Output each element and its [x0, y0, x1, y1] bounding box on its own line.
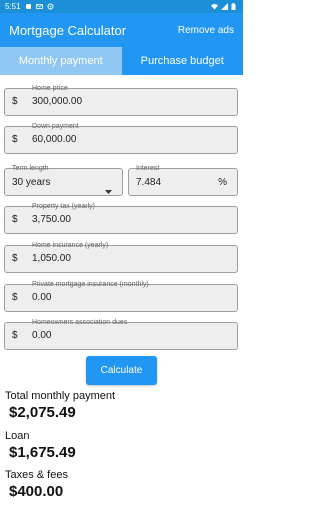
term-length-value: 30 years [12, 177, 51, 188]
home-price-field[interactable]: Home price $ 300,000.00 [4, 85, 238, 116]
hoa-label: Homeowners association dues [32, 319, 128, 326]
hoa-field[interactable]: Homeowners association dues $ 0.00 [4, 319, 238, 350]
interest-input[interactable]: 7.484 [136, 177, 161, 188]
down-payment-label: Down payment [32, 123, 79, 130]
hoa-prefix: $ [12, 330, 18, 341]
down-payment-field[interactable]: Down payment $ 60,000.00 [4, 123, 238, 154]
property-tax-label: Property tax (yearly) [32, 203, 96, 210]
total-monthly-payment-value: $2,075.49 [9, 404, 76, 421]
home-price-prefix: $ [12, 96, 18, 107]
status-time: 5:51 [5, 2, 21, 11]
interest-label: Interest [136, 165, 160, 172]
battery-icon [231, 3, 238, 10]
pmi-prefix: $ [12, 292, 18, 303]
term-length-select[interactable]: Term length 30 years [4, 165, 123, 199]
home-insurance-prefix: $ [12, 253, 18, 264]
pmi-label: Private mortgage insurance (monthly) [32, 281, 149, 288]
home-insurance-input[interactable]: 1,050.00 [32, 253, 71, 264]
down-payment-prefix: $ [12, 134, 18, 145]
loan-label: Loan [5, 430, 30, 442]
tab-bar: Monthly payment Purchase budget [0, 47, 243, 75]
app-bar: Mortgage Calculator Remove ads [0, 13, 243, 47]
home-insurance-field[interactable]: Home insurance (yearly) $ 1,050.00 [4, 242, 238, 273]
calculate-button[interactable]: Calculate [86, 356, 157, 385]
home-price-input[interactable]: 300,000.00 [32, 96, 82, 107]
home-insurance-label: Home insurance (yearly) [32, 242, 109, 249]
gear-icon [47, 3, 54, 10]
home-price-label: Home price [32, 85, 68, 92]
term-length-label: Term length [12, 165, 49, 172]
total-monthly-payment-label: Total monthly payment [5, 390, 116, 402]
tab-monthly-payment[interactable]: Monthly payment [0, 47, 122, 75]
taxes-fees-label: Taxes & fees [5, 469, 68, 481]
property-tax-input[interactable]: 3,750.00 [32, 214, 71, 225]
signal-icon [221, 3, 228, 10]
dropdown-arrow-icon [105, 181, 112, 199]
remove-ads-button[interactable]: Remove ads [178, 25, 234, 36]
taxes-fees-value: $400.00 [9, 483, 64, 500]
pmi-input[interactable]: 0.00 [32, 292, 51, 303]
tab-purchase-budget[interactable]: Purchase budget [121, 47, 243, 75]
down-payment-input[interactable]: 60,000.00 [32, 134, 77, 145]
status-bar: 5:51 [0, 0, 243, 13]
email-icon [35, 3, 43, 10]
interest-percent-suffix: % [218, 177, 227, 188]
hoa-input[interactable]: 0.00 [32, 330, 51, 341]
property-tax-prefix: $ [12, 214, 18, 225]
notification-icon [25, 3, 32, 10]
interest-field[interactable]: Interest 7.484 % [128, 165, 238, 196]
property-tax-field[interactable]: Property tax (yearly) $ 3,750.00 [4, 203, 238, 234]
app-title: Mortgage Calculator [9, 22, 127, 38]
pmi-field[interactable]: Private mortgage insurance (monthly) $ 0… [4, 281, 238, 312]
wifi-icon [211, 3, 218, 10]
loan-value: $1,675.49 [9, 444, 76, 461]
